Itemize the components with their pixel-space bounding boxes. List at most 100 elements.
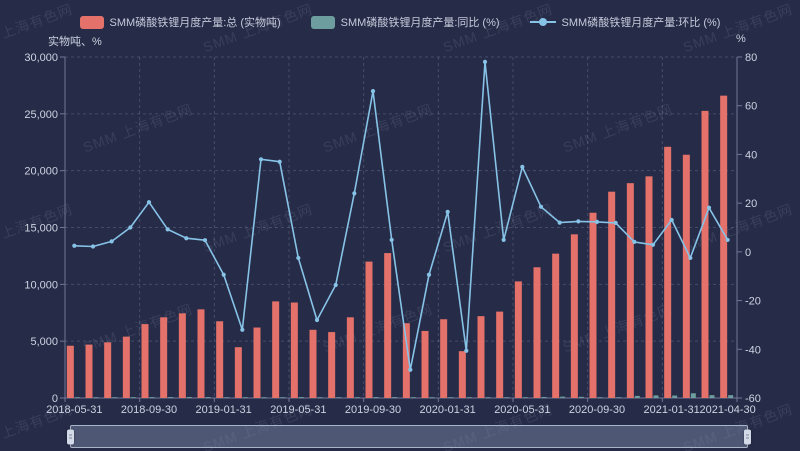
bar-yoy[interactable] [75, 397, 80, 398]
bar-yoy[interactable] [262, 397, 267, 398]
bar-total[interactable] [104, 342, 111, 398]
bar-yoy[interactable] [710, 395, 715, 398]
bar-total[interactable] [86, 345, 93, 398]
datazoom-handle-left[interactable] [67, 429, 74, 444]
bar-total[interactable] [646, 176, 653, 398]
bar-yoy[interactable] [206, 397, 211, 398]
mom-line-marker[interactable] [408, 368, 412, 372]
bar-yoy[interactable] [280, 397, 285, 398]
bar-total[interactable] [459, 351, 466, 398]
bar-total[interactable] [328, 332, 335, 398]
mom-line-marker[interactable] [539, 205, 543, 209]
datazoom-slider[interactable] [70, 425, 748, 448]
mom-line-marker[interactable] [184, 236, 188, 240]
bar-yoy[interactable] [691, 393, 696, 398]
mom-line-marker[interactable] [427, 273, 431, 277]
mom-line-marker[interactable] [203, 238, 207, 242]
bar-yoy[interactable] [542, 397, 547, 398]
bar-total[interactable] [552, 254, 559, 398]
mom-line-marker[interactable] [688, 256, 692, 260]
bar-yoy[interactable] [131, 397, 136, 398]
mom-line-marker[interactable] [464, 349, 468, 353]
bar-yoy[interactable] [112, 397, 117, 398]
bar-yoy[interactable] [299, 397, 304, 398]
mom-line-marker[interactable] [296, 256, 300, 260]
mom-line-marker[interactable] [502, 238, 506, 242]
legend-item-mom[interactable]: SMM磷酸铁锂月度产量:环比 (%) [530, 14, 721, 30]
bar-yoy[interactable] [336, 397, 341, 398]
bar-total[interactable] [198, 309, 205, 398]
bar-total[interactable] [347, 317, 354, 398]
bar-total[interactable] [478, 316, 485, 398]
bar-total[interactable] [235, 347, 242, 398]
datazoom-handle-right[interactable] [744, 429, 751, 444]
mom-line-marker[interactable] [558, 221, 562, 225]
mom-line-marker[interactable] [576, 219, 580, 223]
bar-yoy[interactable] [523, 397, 528, 398]
bar-yoy[interactable] [318, 397, 323, 398]
bar-yoy[interactable] [616, 397, 621, 398]
bar-total[interactable] [496, 312, 503, 398]
bar-total[interactable] [366, 262, 373, 398]
bar-yoy[interactable] [187, 397, 192, 398]
mom-line-marker[interactable] [726, 238, 730, 242]
bar-total[interactable] [422, 331, 429, 398]
bar-total[interactable] [254, 328, 261, 398]
bar-yoy[interactable] [411, 397, 416, 398]
bar-yoy[interactable] [560, 397, 565, 398]
mom-line-marker[interactable] [595, 220, 599, 224]
bar-total[interactable] [310, 330, 317, 398]
bar-total[interactable] [160, 317, 167, 398]
bar-total[interactable] [720, 96, 727, 398]
mom-line-marker[interactable] [632, 240, 636, 244]
legend-item-total[interactable]: SMM磷酸铁锂月度产量:总 (实物吨) [80, 14, 281, 30]
bar-yoy[interactable] [355, 397, 360, 398]
bar-yoy[interactable] [168, 397, 173, 398]
mom-line-marker[interactable] [240, 328, 244, 332]
bar-yoy[interactable] [94, 397, 99, 398]
bar-yoy[interactable] [579, 397, 584, 398]
mom-line-marker[interactable] [315, 318, 319, 322]
mom-line-marker[interactable] [128, 225, 132, 229]
mom-line-marker[interactable] [259, 157, 263, 161]
legend-item-yoy[interactable]: SMM磷酸铁锂月度产量:同比 (%) [311, 14, 500, 30]
mom-line-marker[interactable] [520, 165, 524, 169]
mom-line-marker[interactable] [371, 89, 375, 93]
mom-line-marker[interactable] [334, 283, 338, 287]
bar-yoy[interactable] [392, 397, 397, 398]
bar-total[interactable] [534, 267, 541, 398]
bar-total[interactable] [440, 319, 447, 398]
bar-yoy[interactable] [598, 397, 603, 398]
mom-line-marker[interactable] [707, 206, 711, 210]
mom-line-marker[interactable] [483, 60, 487, 64]
bar-total[interactable] [627, 183, 634, 398]
mom-line-marker[interactable] [222, 273, 226, 277]
mom-line-marker[interactable] [278, 160, 282, 164]
bar-yoy[interactable] [448, 397, 453, 398]
bar-total[interactable] [590, 213, 597, 398]
bar-total[interactable] [272, 301, 279, 398]
mom-line-marker[interactable] [166, 227, 170, 231]
mom-line-marker[interactable] [110, 239, 114, 243]
mom-line-marker[interactable] [352, 191, 356, 195]
mom-line-marker[interactable] [614, 221, 618, 225]
bar-total[interactable] [67, 346, 74, 398]
bar-yoy[interactable] [150, 397, 155, 398]
bar-total[interactable] [571, 234, 578, 398]
bar-yoy[interactable] [374, 397, 379, 398]
bar-total[interactable] [142, 324, 149, 398]
bar-yoy[interactable] [224, 397, 229, 398]
bar-yoy[interactable] [728, 395, 733, 398]
bar-yoy[interactable] [654, 395, 659, 398]
bar-yoy[interactable] [430, 397, 435, 398]
bar-yoy[interactable] [243, 397, 248, 398]
bar-yoy[interactable] [504, 397, 509, 398]
mom-line-marker[interactable] [670, 218, 674, 222]
bar-yoy[interactable] [467, 397, 472, 398]
bar-yoy[interactable] [486, 397, 491, 398]
bar-total[interactable] [123, 337, 130, 398]
mom-line-marker[interactable] [147, 200, 151, 204]
mom-line-marker[interactable] [91, 244, 95, 248]
bar-yoy[interactable] [635, 396, 640, 398]
mom-line-marker[interactable] [390, 238, 394, 242]
